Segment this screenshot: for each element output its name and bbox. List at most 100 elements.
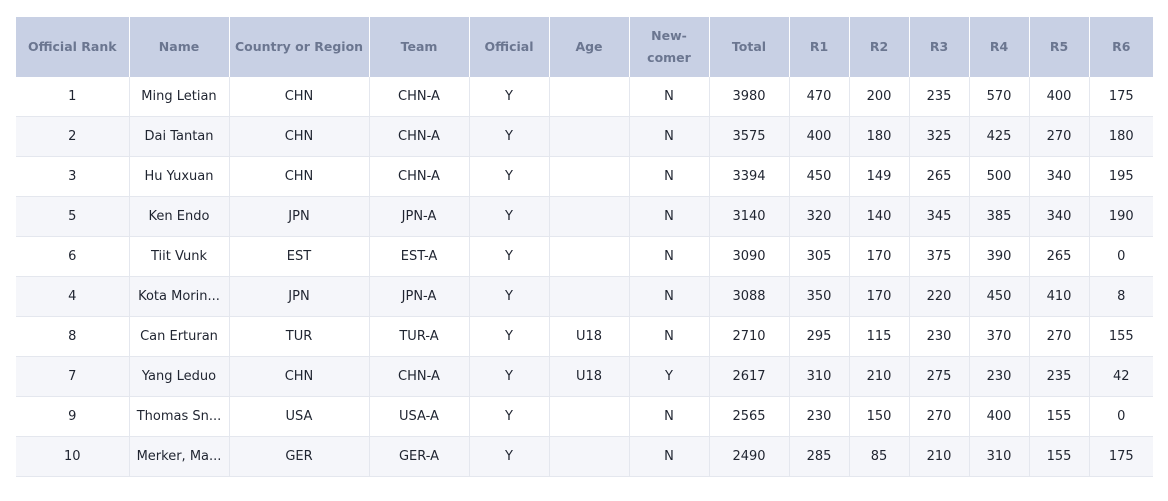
cell-r3: 230	[909, 316, 970, 357]
cell-r3: 235	[909, 77, 970, 117]
cell-r4: 370	[969, 316, 1030, 357]
cell-name: Merker, Ma...	[129, 436, 230, 477]
cell-country-or-region: EST	[229, 236, 370, 277]
cell-r1: 285	[789, 436, 850, 477]
cell-official-rank: 3	[16, 156, 130, 197]
cell-official-rank: 6	[16, 236, 130, 277]
table-row[interactable]: 5 Ken Endo JPN JPN-A Y N 3140 320 140 345 385 340 19…	[16, 196, 1153, 237]
column-header-age[interactable]: Age	[549, 17, 630, 77]
column-header-country-or-region[interactable]: Country or Region	[229, 17, 370, 77]
cell-newcomer: N	[629, 77, 710, 117]
cell-name: Yang Leduo	[129, 356, 230, 397]
cell-r6: 155	[1089, 316, 1153, 357]
column-header-r6[interactable]: R6	[1089, 17, 1153, 77]
cell-r4: 500	[969, 156, 1030, 197]
cell-r6: 195	[1089, 156, 1153, 197]
table-row[interactable]: 8 Can Erturan TUR TUR-A Y U18 N 2710 295 115 230 37…	[16, 316, 1153, 357]
cell-official-rank: 4	[16, 276, 130, 317]
cell-r3: 210	[909, 436, 970, 477]
cell-age: U18	[549, 356, 630, 397]
cell-r3: 325	[909, 116, 970, 157]
cell-official: Y	[469, 396, 550, 437]
column-header-newcomer[interactable]: New-comer	[629, 17, 710, 77]
table-body: 1 Ming Letian CHN CHN-A Y N 3980 470 200 235 570 40…	[16, 77, 1153, 477]
cell-r4: 570	[969, 77, 1030, 117]
column-header-r5[interactable]: R5	[1029, 17, 1090, 77]
table-row[interactable]: 2 Dai Tantan CHN CHN-A Y N 3575 400 180 325 425 270…	[16, 116, 1153, 157]
cell-r2: 200	[849, 77, 910, 117]
cell-newcomer: N	[629, 236, 710, 277]
cell-r4: 400	[969, 396, 1030, 437]
table-row[interactable]: 3 Hu Yuxuan CHN CHN-A Y N 3394 450 149 265 500 340 1…	[16, 156, 1153, 197]
cell-official-rank: 10	[16, 436, 130, 477]
cell-age	[549, 156, 630, 197]
cell-official-rank: 5	[16, 196, 130, 237]
table-row[interactable]: 4 Kota Morin... JPN JPN-A Y N 3088 350 170 220 450…	[16, 276, 1153, 317]
cell-name: Ken Endo	[129, 196, 230, 237]
cell-r4: 310	[969, 436, 1030, 477]
cell-r6: 175	[1089, 436, 1153, 477]
cell-country-or-region: JPN	[229, 276, 370, 317]
cell-official-rank: 7	[16, 356, 130, 397]
cell-r1: 450	[789, 156, 850, 197]
cell-total: 3575	[709, 116, 790, 157]
column-header-official[interactable]: Official	[469, 17, 550, 77]
cell-team: TUR-A	[369, 316, 470, 357]
cell-official: Y	[469, 436, 550, 477]
cell-country-or-region: GER	[229, 436, 370, 477]
cell-country-or-region: CHN	[229, 156, 370, 197]
cell-r3: 375	[909, 236, 970, 277]
column-header-total[interactable]: Total	[709, 17, 790, 77]
cell-r5: 270	[1029, 116, 1090, 157]
cell-r5: 340	[1029, 196, 1090, 237]
cell-age	[549, 236, 630, 277]
cell-country-or-region: CHN	[229, 356, 370, 397]
cell-r3: 220	[909, 276, 970, 317]
cell-official-rank: 8	[16, 316, 130, 357]
cell-r5: 265	[1029, 236, 1090, 277]
table-row[interactable]: 10 Merker, Ma... GER GER-A Y N 2490 285 85 210 310…	[16, 436, 1153, 477]
cell-r6: 180	[1089, 116, 1153, 157]
column-header-r1[interactable]: R1	[789, 17, 850, 77]
cell-total: 2710	[709, 316, 790, 357]
cell-total: 3090	[709, 236, 790, 277]
cell-official-rank: 9	[16, 396, 130, 437]
cell-r1: 350	[789, 276, 850, 317]
cell-r1: 310	[789, 356, 850, 397]
cell-country-or-region: TUR	[229, 316, 370, 357]
table-row[interactable]: 1 Ming Letian CHN CHN-A Y N 3980 470 200 235 570 40…	[16, 77, 1153, 117]
cell-name: Tiit Vunk	[129, 236, 230, 277]
table-row[interactable]: 7 Yang Leduo CHN CHN-A Y U18 Y 2617 310 210 275 230…	[16, 356, 1153, 397]
table-row[interactable]: 6 Tiit Vunk EST EST-A Y N 3090 305 170 375 390 265 0	[16, 236, 1153, 277]
column-header-official-rank[interactable]: Official Rank	[16, 17, 130, 77]
cell-r5: 155	[1029, 396, 1090, 437]
header-row: Official Rank Name Country or Region Team Of…	[16, 17, 1153, 77]
cell-age	[549, 396, 630, 437]
cell-total: 2490	[709, 436, 790, 477]
cell-r6: 8	[1089, 276, 1153, 317]
cell-country-or-region: CHN	[229, 116, 370, 157]
cell-r2: 180	[849, 116, 910, 157]
column-header-team[interactable]: Team	[369, 17, 470, 77]
cell-r4: 425	[969, 116, 1030, 157]
cell-total: 3394	[709, 156, 790, 197]
cell-official: Y	[469, 316, 550, 357]
cell-team: JPN-A	[369, 276, 470, 317]
cell-r5: 270	[1029, 316, 1090, 357]
column-header-name[interactable]: Name	[129, 17, 230, 77]
cell-r3: 275	[909, 356, 970, 397]
cell-r1: 295	[789, 316, 850, 357]
column-header-r3[interactable]: R3	[909, 17, 970, 77]
cell-official-rank: 1	[16, 77, 130, 117]
cell-newcomer: Y	[629, 356, 710, 397]
table-row[interactable]: 9 Thomas Sn... USA USA-A Y N 2565 230 150 270 400 1…	[16, 396, 1153, 437]
cell-total: 3980	[709, 77, 790, 117]
cell-team: JPN-A	[369, 196, 470, 237]
cell-official-rank: 2	[16, 116, 130, 157]
cell-name: Thomas Sn...	[129, 396, 230, 437]
column-header-r2[interactable]: R2	[849, 17, 910, 77]
cell-r5: 155	[1029, 436, 1090, 477]
cell-newcomer: N	[629, 396, 710, 437]
cell-r1: 470	[789, 77, 850, 117]
column-header-r4[interactable]: R4	[969, 17, 1030, 77]
